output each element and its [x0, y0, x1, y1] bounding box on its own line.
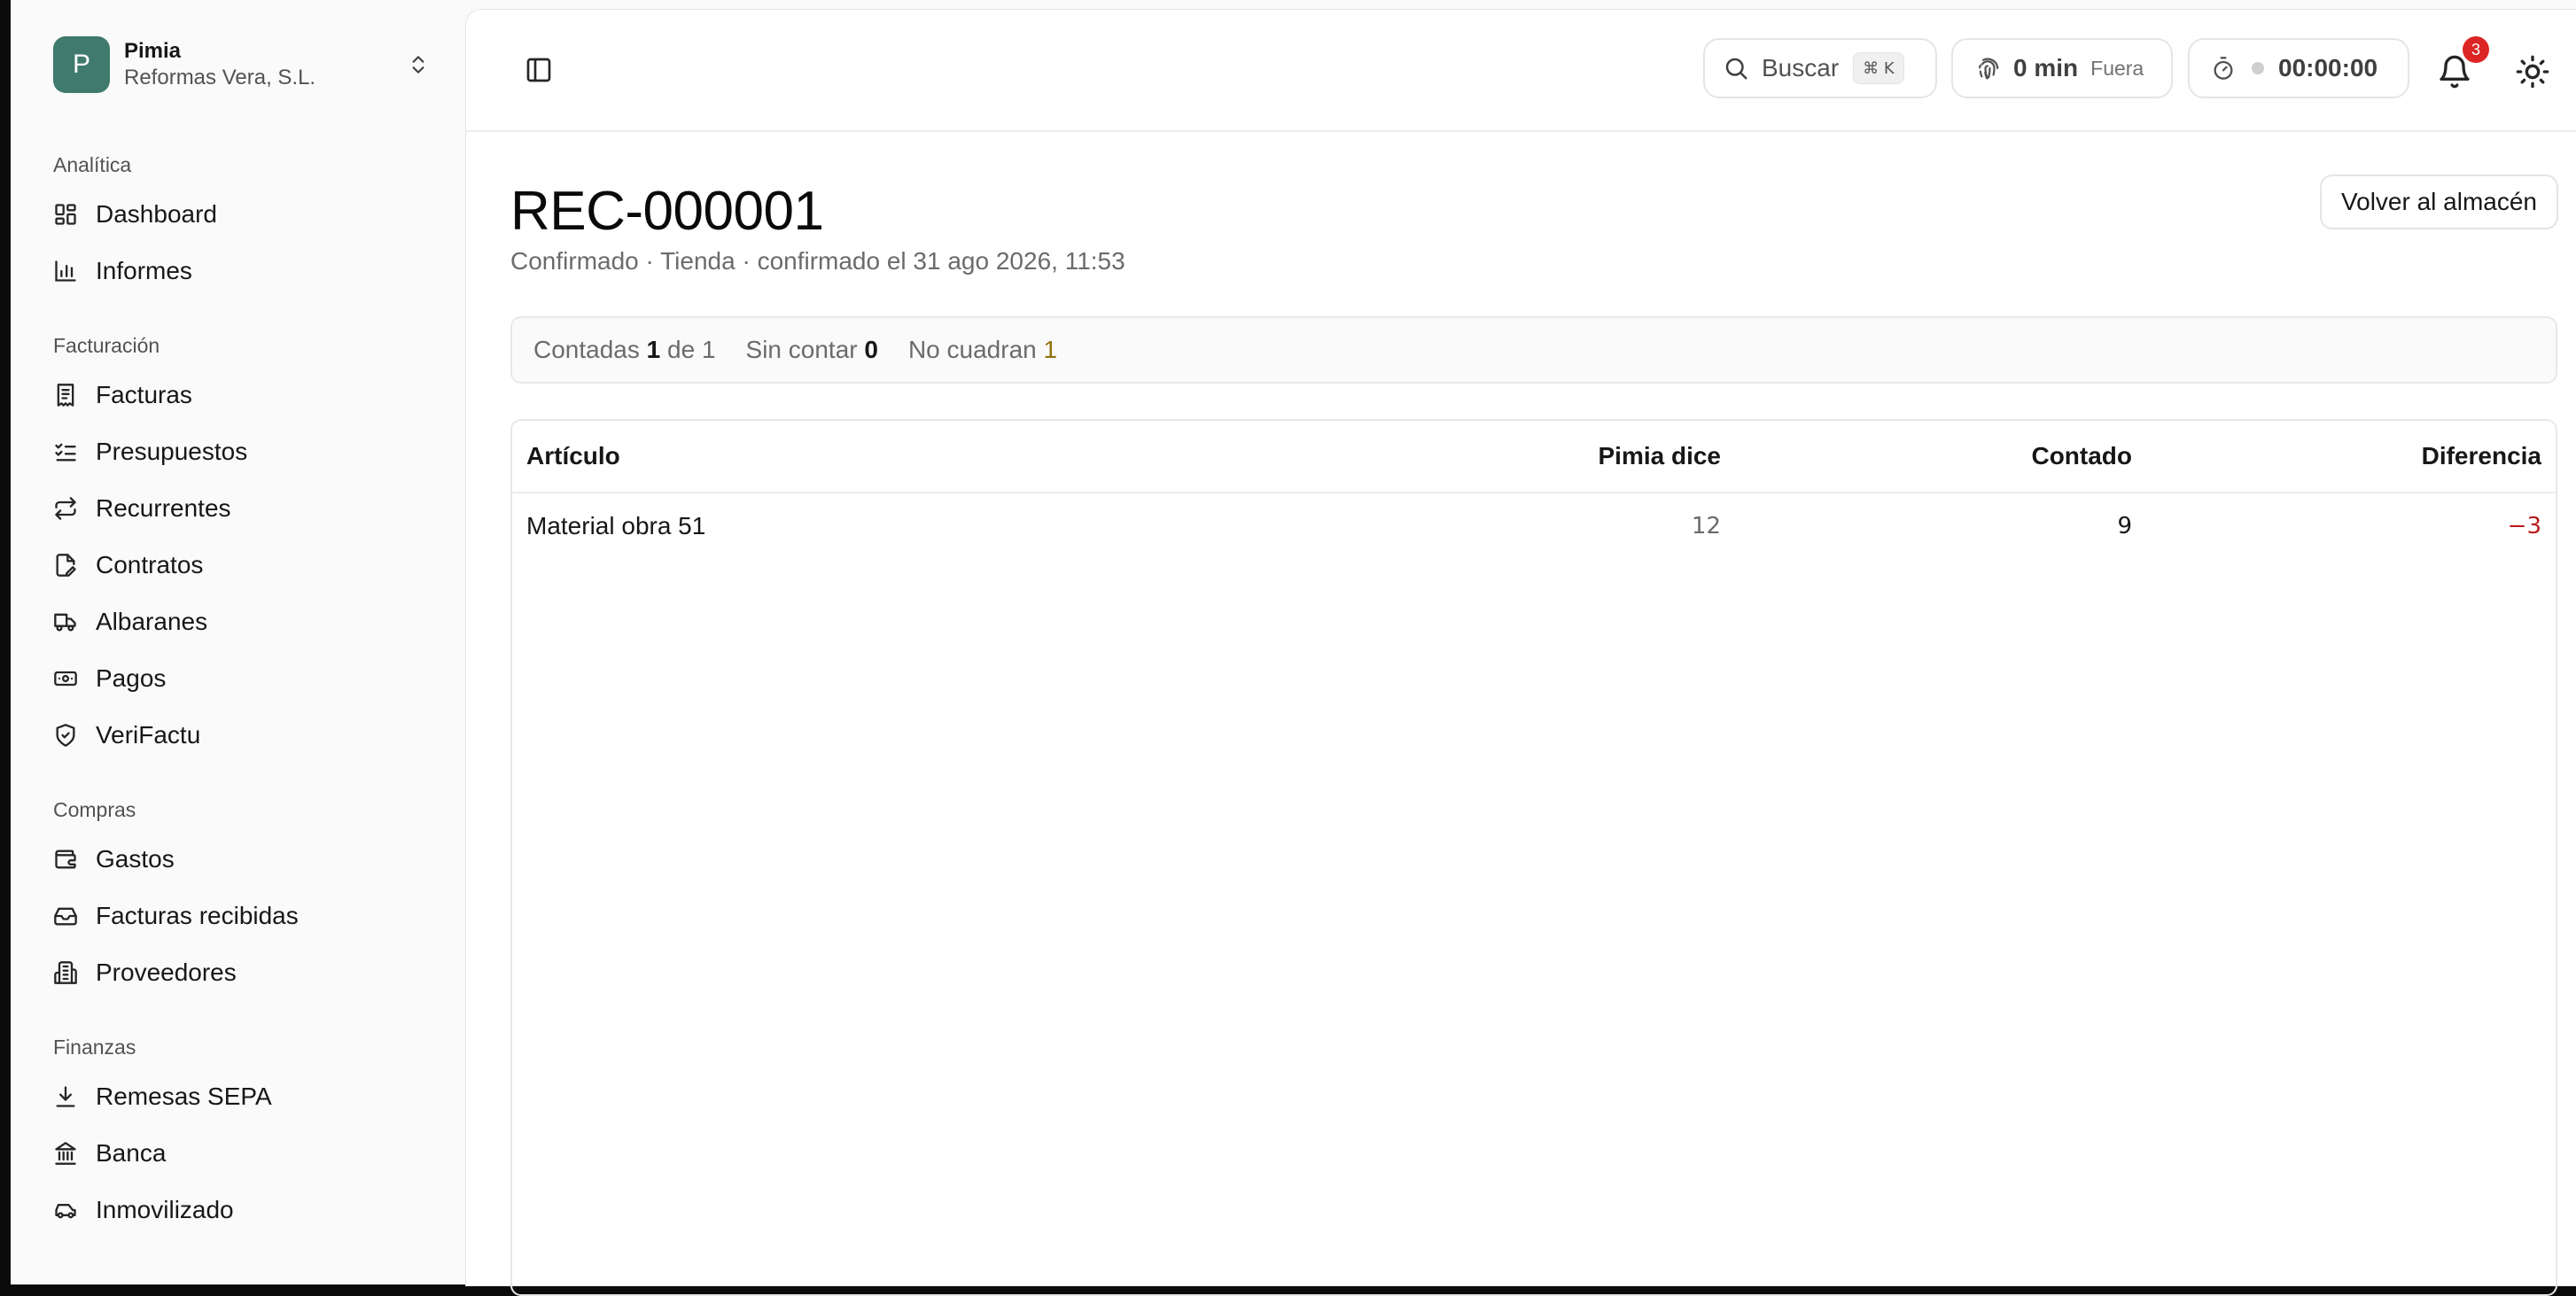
chevrons-up-down-icon [402, 49, 434, 81]
inbox-icon [54, 907, 77, 926]
sidebar-item-albaranes[interactable]: Albaranes [53, 594, 443, 650]
column-header-counted: Contado [1735, 421, 2146, 493]
sidebar-item-gastos[interactable]: Gastos [53, 831, 443, 888]
nav-group-label: Finanzas [53, 1036, 136, 1059]
receipt-icon [57, 384, 74, 407]
attendance-state: Fuera [2090, 56, 2144, 80]
sidebar-item-label: Pagos [96, 664, 167, 692]
attendance-button[interactable]: 0 min Fuera [1951, 38, 2173, 98]
app: P Pimia Reformas Vera, S.L. Analítica Da… [11, 0, 2576, 1296]
org-avatar: P [53, 36, 110, 93]
sidebar-item-label: Presupuestos [96, 438, 248, 465]
nav-group-facturacion: Facturación Facturas Presupuestos Recurr… [53, 326, 443, 764]
panel-left-icon [526, 58, 551, 82]
sidebar-item-presupuestos[interactable]: Presupuestos [53, 423, 443, 480]
car-icon [55, 1204, 76, 1219]
search-shortcut: ⌘ K [1853, 52, 1904, 84]
table-row: Material obra 51 12 9 −3 [512, 493, 2556, 559]
attendance-time: 0 min [2013, 54, 2079, 81]
repeat-icon [55, 497, 76, 520]
timer-button[interactable]: 00:00:00 [2188, 38, 2409, 98]
nav-group-finanzas: Finanzas Remesas SEPA Banca Inmovilizado [53, 1028, 443, 1238]
truck-icon [54, 613, 76, 632]
column-header-system: Pimia dice [1177, 421, 1735, 493]
sidebar-item-recurrentes[interactable]: Recurrentes [53, 480, 443, 537]
back-to-warehouse-button[interactable]: Volver al almacén [2320, 175, 2559, 229]
timer-value: 00:00:00 [2278, 54, 2378, 81]
layout-dashboard-icon [55, 204, 76, 225]
wallet-icon [55, 850, 76, 869]
search-label: Buscar [1762, 54, 1840, 81]
sun-icon [2516, 55, 2549, 89]
stat-mismatch: No cuadran 1 [907, 336, 1058, 363]
building-icon [54, 961, 77, 984]
sidebar-item-label: Gastos [96, 845, 175, 873]
sidebar-item-remesas-sepa[interactable]: Remesas SEPA [53, 1068, 443, 1125]
nav-group-label: Facturación [53, 334, 160, 357]
main-panel: Buscar ⌘ K 0 min Fuera 00:00:00 3 REC-00… [465, 9, 2576, 1296]
org-name: Pimia [124, 39, 182, 63]
nav-group-compras: Compras Gastos Facturas recibidas Provee… [53, 790, 443, 1001]
theme-toggle-button[interactable] [2515, 54, 2550, 89]
landmark-icon [55, 1142, 76, 1165]
cell-system-quantity: 12 [1691, 513, 1721, 539]
sidebar-item-facturas-recibidas[interactable]: Facturas recibidas [53, 888, 443, 944]
download-icon [56, 1086, 75, 1107]
sidebar: P Pimia Reformas Vera, S.L. Analítica Da… [11, 0, 464, 1284]
sidebar-item-label: Inmovilizado [96, 1196, 234, 1223]
sidebar-item-facturas[interactable]: Facturas [53, 367, 443, 423]
sidebar-item-label: VeriFactu [96, 721, 201, 749]
sidebar-toggle-button[interactable] [523, 54, 555, 86]
column-header-article: Artículo [512, 421, 1177, 493]
bar-chart-icon [55, 260, 76, 282]
sidebar-item-label: Banca [96, 1139, 167, 1167]
sidebar-item-label: Recurrentes [96, 494, 231, 522]
cell-counted-quantity: 9 [2117, 513, 2132, 539]
count-summary: Contadas 1 de 1 Sin contar 0 No cuadran … [510, 316, 2557, 384]
cell-article: Material obra 51 [526, 512, 706, 539]
cell-difference: −3 [2507, 513, 2541, 539]
sidebar-item-proveedores[interactable]: Proveedores [53, 944, 443, 1001]
topbar: Buscar ⌘ K 0 min Fuera 00:00:00 3 [466, 10, 2576, 132]
column-header-difference: Diferencia [2146, 421, 2556, 493]
notifications-badge: 3 [2463, 36, 2489, 63]
sidebar-item-label: Informes [96, 257, 192, 284]
sidebar-item-inmovilizado[interactable]: Inmovilizado [53, 1182, 443, 1238]
sidebar-item-label: Dashboard [96, 200, 217, 228]
table-header: Artículo Pimia dice Contado Diferencia [512, 421, 2556, 493]
sidebar-item-banca[interactable]: Banca [53, 1125, 443, 1182]
sidebar-item-label: Proveedores [96, 958, 237, 986]
count-table: Artículo Pimia dice Contado Diferencia M… [510, 419, 2557, 1296]
org-switcher[interactable]: P Pimia Reformas Vera, S.L. [53, 35, 434, 94]
stat-uncounted: Sin contar 0 [745, 336, 878, 363]
search-icon [1725, 58, 1747, 80]
sidebar-item-label: Facturas [96, 381, 192, 408]
search-button[interactable]: Buscar ⌘ K [1703, 38, 1937, 98]
shield-check-icon [56, 724, 75, 747]
sidebar-nav: Analítica Dashboard Informes Facturación… [53, 145, 443, 1265]
file-pen-icon [56, 554, 76, 577]
sidebar-item-contratos[interactable]: Contratos [53, 537, 443, 594]
org-company: Reformas Vera, S.L. [124, 66, 316, 89]
banknote-icon [54, 671, 77, 687]
list-checks-icon [55, 443, 76, 462]
nav-group-label: Compras [53, 798, 136, 821]
fingerprint-icon [1979, 58, 1999, 80]
sidebar-item-verifactu[interactable]: VeriFactu [53, 707, 443, 764]
sidebar-item-label: Facturas recibidas [96, 902, 299, 929]
nav-group-label: Analítica [53, 153, 132, 176]
page-title: REC-000001 [510, 181, 824, 242]
sidebar-item-label: Albaranes [96, 608, 208, 635]
timer-icon [2214, 57, 2233, 80]
timer-status-dot [2252, 62, 2264, 74]
sidebar-item-label: Remesas SEPA [96, 1083, 272, 1110]
page-subtitle: Confirmado · Tienda · confirmado el 31 a… [510, 247, 1125, 275]
sidebar-item-informes[interactable]: Informes [53, 243, 443, 299]
sidebar-item-dashboard[interactable]: Dashboard [53, 186, 443, 243]
sidebar-item-pagos[interactable]: Pagos [53, 650, 443, 707]
sidebar-item-label: Contratos [96, 551, 204, 578]
nav-group-analitica: Analítica Dashboard Informes [53, 145, 443, 299]
stat-counted: Contadas 1 de 1 [533, 336, 716, 363]
